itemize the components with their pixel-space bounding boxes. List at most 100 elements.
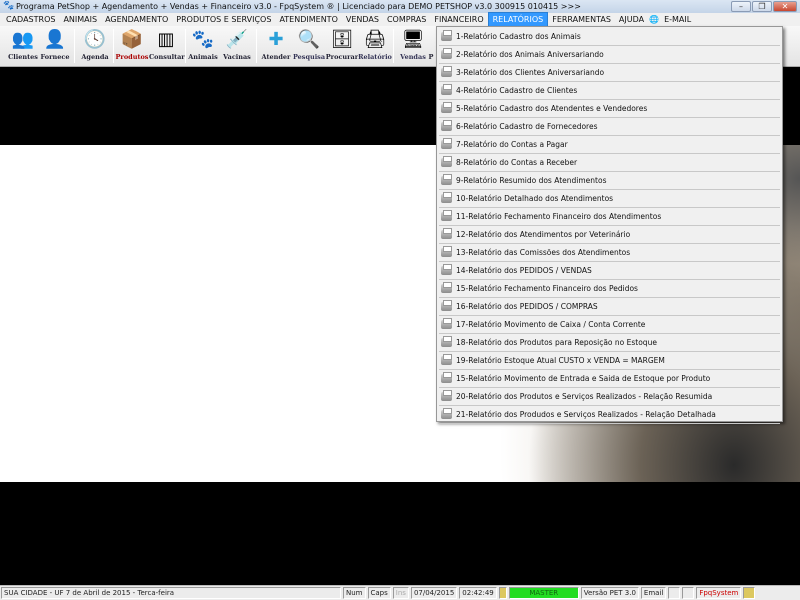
report-menu-item[interactable]: 12-Relatório dos Atendimentos por Veteri… <box>439 226 780 244</box>
printer-icon <box>441 318 452 329</box>
monitor-icon: 🖥 <box>401 29 425 50</box>
report-menu-item[interactable]: 11-Relatório Fechamento Financeiro dos A… <box>439 208 780 226</box>
menu-vendas[interactable]: VENDAS <box>342 13 383 26</box>
report-menu-item-label: 15-Relatório Fechamento Financeiro dos P… <box>456 284 638 293</box>
menu-compras[interactable]: COMPRAS <box>383 13 430 26</box>
status-brand: FpqSystem <box>696 587 742 599</box>
printer-icon <box>441 228 452 239</box>
status-time: 02:42:49 <box>459 587 497 599</box>
printer-icon <box>441 192 452 203</box>
menu-cadastros[interactable]: CADASTROS <box>2 13 59 26</box>
user-icon <box>498 587 507 599</box>
report-menu-item[interactable]: 16-Relatório dos PEDIDOS / COMPRAS <box>439 298 780 316</box>
menu-relatorios[interactable]: RELATÓRIOS <box>487 12 549 27</box>
report-menu-item-label: 10-Relatório Detalhado dos Atendimentos <box>456 194 614 203</box>
reports-dropdown-menu: 1-Relatório Cadastro dos Animais 2-Relató… <box>436 26 783 424</box>
boxes-icon: 📦 <box>120 29 144 50</box>
menu-animais[interactable]: ANIMAIS <box>59 13 101 26</box>
menu-email[interactable]: E-MAIL <box>660 13 695 26</box>
search-icon: 🔍 <box>297 29 321 50</box>
report-menu-item-label: 13-Relatório das Comissões dos Atendimen… <box>456 248 631 257</box>
produtos-button[interactable]: 📦 Produtos <box>115 27 149 65</box>
menu-bar: CADASTROS ANIMAIS AGENDAMENTO PRODUTOS E… <box>0 12 800 27</box>
report-menu-item-label: 17-Relatório Movimento de Caixa / Conta … <box>456 320 646 329</box>
consultar-button[interactable]: ▥ Consultar <box>149 27 185 65</box>
report-menu-item[interactable]: 17-Relatório Movimento de Caixa / Conta … <box>439 316 780 334</box>
report-menu-item[interactable]: 9-Relatório Resumido dos Atendimentos <box>439 172 780 190</box>
report-menu-item[interactable]: 21-Relatório dos Produdos e Serviços Rea… <box>439 406 780 424</box>
report-menu-item[interactable]: 8-Relatório do Contas a Receber <box>439 154 780 172</box>
report-menu-item-label: 20-Relatório dos Produtos e Serviços Rea… <box>456 392 713 401</box>
report-menu-item-label: 21-Relatório dos Produdos e Serviços Rea… <box>456 410 716 419</box>
menu-ferramentas[interactable]: FERRAMENTAS <box>548 13 615 26</box>
status-version: Versão PET 3.0 <box>580 587 639 599</box>
toolbar-separator <box>113 29 114 63</box>
printer-icon <box>441 138 452 149</box>
printer-icon <box>441 408 452 419</box>
status-city-date: SUA CIDADE - UF 7 de Abril de 2015 - Ter… <box>1 587 341 599</box>
report-menu-item[interactable]: 6-Relatório Cadastro de Fornecedores <box>439 118 780 136</box>
agenda-icon: 🕓 <box>83 29 107 50</box>
menu-financeiro[interactable]: FINANCEIRO <box>430 13 487 26</box>
report-menu-item[interactable]: 4-Relatório Cadastro de Clientes <box>439 82 780 100</box>
report-menu-item[interactable]: 15-Relatório Movimento de Entrada e Said… <box>439 370 780 388</box>
printer-icon <box>441 372 452 383</box>
report-menu-item[interactable]: 19-Relatório Estoque Atual CUSTO x VENDA… <box>439 352 780 370</box>
menu-ajuda[interactable]: AJUDA <box>615 13 648 26</box>
status-bar: SUA CIDADE - UF 7 de Abril de 2015 - Ter… <box>0 585 800 600</box>
report-menu-item-label: 16-Relatório dos PEDIDOS / COMPRAS <box>456 302 598 311</box>
printer-icon <box>441 354 452 365</box>
report-menu-item[interactable]: 10-Relatório Detalhado dos Atendimentos <box>439 190 780 208</box>
maximize-button[interactable]: ❐ <box>752 1 772 12</box>
status-user: MASTER <box>508 587 579 599</box>
status-email[interactable]: Email <box>640 587 667 599</box>
printer-icon <box>441 390 452 401</box>
agenda-button[interactable]: 🕓 Agenda <box>78 27 112 65</box>
report-menu-item[interactable]: 15-Relatório Fechamento Financeiro dos P… <box>439 280 780 298</box>
menu-produtos-servicos[interactable]: PRODUTOS E SERVIÇOS <box>172 13 275 26</box>
report-menu-item-label: 1-Relatório Cadastro dos Animais <box>456 32 581 41</box>
report-menu-item[interactable]: 5-Relatório Cadastro dos Atendentes e Ve… <box>439 100 780 118</box>
vacinas-button[interactable]: 💉 Vacinas <box>220 27 254 65</box>
report-menu-item[interactable]: 3-Relatório dos Clientes Aniversariando <box>439 64 780 82</box>
report-menu-item-label: 11-Relatório Fechamento Financeiro dos A… <box>456 212 662 221</box>
report-menu-item[interactable]: 2-Relatório dos Animais Aniversariando <box>439 46 780 64</box>
fornecedores-button[interactable]: 👤 Fornece <box>38 27 72 65</box>
report-menu-item-label: 3-Relatório dos Clientes Aniversariando <box>456 68 605 77</box>
syringe-icon: 💉 <box>225 29 249 50</box>
user-icon <box>743 587 756 599</box>
menu-agendamento[interactable]: AGENDAMENTO <box>101 13 172 26</box>
minimize-button[interactable]: – <box>731 1 751 12</box>
atender-button[interactable]: ✚ Atender <box>259 27 293 65</box>
printer-icon <box>441 174 452 185</box>
report-menu-item[interactable]: 18-Relatório dos Produtos para Reposição… <box>439 334 780 352</box>
report-menu-item-label: 6-Relatório Cadastro de Fornecedores <box>456 122 598 131</box>
printer-icon <box>441 264 452 275</box>
procurar-button[interactable]: 🗄 Procurar <box>325 27 359 65</box>
toolbar-separator <box>256 29 257 63</box>
report-menu-item-label: 15-Relatório Movimento de Entrada e Said… <box>456 374 711 383</box>
globe-icon: 🌐 <box>649 15 660 24</box>
report-menu-item[interactable]: 20-Relatório dos Produtos e Serviços Rea… <box>439 388 780 406</box>
relatorio-button[interactable]: 🖨 Relatório <box>358 27 392 65</box>
clients-icon: 👥 <box>11 29 35 50</box>
report-menu-item[interactable]: 14-Relatório dos PEDIDOS / VENDAS <box>439 262 780 280</box>
pesquisa-button[interactable]: 🔍 Pesquisa <box>292 27 326 65</box>
calculator-icon[interactable] <box>682 587 695 599</box>
clientes-button[interactable]: 👥 Clientes <box>6 27 40 65</box>
app-paw-icon: 🐾 <box>3 1 15 11</box>
printer-icon <box>441 120 452 131</box>
report-menu-item[interactable]: 1-Relatório Cadastro dos Animais <box>439 28 780 46</box>
printer-icon[interactable] <box>668 587 681 599</box>
report-menu-item[interactable]: 7-Relatório do Contas a Pagar <box>439 136 780 154</box>
close-button[interactable]: ✕ <box>773 1 797 12</box>
printer-icon <box>441 102 452 113</box>
paw-icon: 🐾 <box>191 29 215 50</box>
animais-button[interactable]: 🐾 Animais <box>186 27 220 65</box>
medical-paw-icon: ✚ <box>268 29 284 50</box>
supplier-icon: 👤 <box>43 29 67 50</box>
status-num: Num <box>343 587 366 599</box>
report-menu-item[interactable]: 13-Relatório das Comissões dos Atendimen… <box>439 244 780 262</box>
report-menu-item-label: 19-Relatório Estoque Atual CUSTO x VENDA… <box>456 356 665 365</box>
menu-atendimento[interactable]: ATENDIMENTO <box>275 13 341 26</box>
